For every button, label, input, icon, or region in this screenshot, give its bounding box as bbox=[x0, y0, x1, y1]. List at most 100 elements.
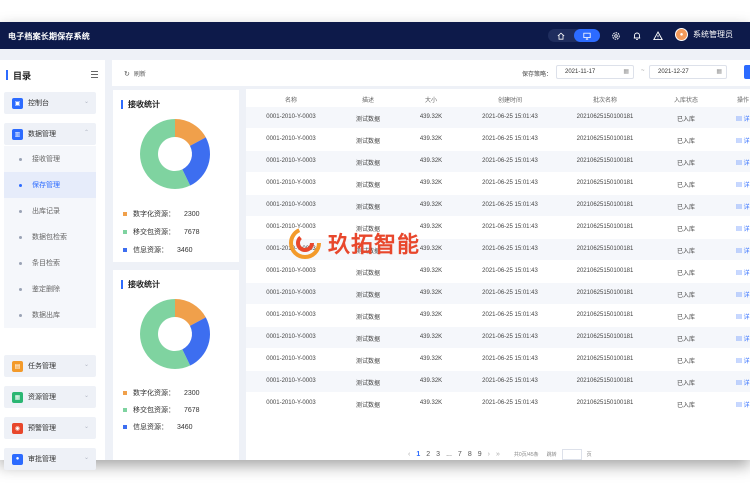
detail-link[interactable]: ▤ 详 bbox=[736, 290, 750, 299]
table-cell: 20210625150100181 bbox=[576, 400, 634, 406]
table-cell: 已入库 bbox=[676, 183, 696, 189]
chevron-down-icon: ⌄ bbox=[83, 99, 89, 105]
legend-swatch bbox=[123, 425, 127, 429]
table-cell: 439.32K bbox=[419, 378, 443, 384]
warning-icon[interactable] bbox=[652, 30, 664, 42]
detail-link-label: 详 bbox=[743, 139, 750, 145]
home-icon[interactable] bbox=[548, 29, 574, 42]
detail-link[interactable]: ▤ 详 bbox=[736, 268, 750, 277]
task-icon: ▤ bbox=[12, 360, 23, 372]
sidebar-subitem-label: 数据包检索 bbox=[32, 234, 67, 241]
page-button[interactable]: 2 bbox=[426, 451, 430, 458]
start-date-input[interactable]: 2021-11-17 ▦ bbox=[556, 65, 634, 79]
document-icon: ▤ bbox=[736, 381, 744, 387]
prev-page-button[interactable]: ‹ bbox=[408, 451, 410, 458]
legend-label: 数字化资源： bbox=[133, 390, 175, 397]
table-cell: 已入库 bbox=[676, 359, 696, 365]
sidebar-item-alert-management[interactable]: ◉ 预警管理 ⌄ bbox=[4, 417, 96, 439]
detail-link[interactable]: ▤ 详 bbox=[736, 202, 750, 211]
watermark-text: 玖拓智能 bbox=[328, 232, 421, 257]
last-page-button[interactable]: » bbox=[496, 451, 500, 458]
sidebar-item-data-management[interactable]: ▥ 数据管理 ⌃ bbox=[4, 123, 96, 145]
page-button[interactable]: 8 bbox=[468, 451, 472, 458]
table-cell: 2021-06-25 15:01:43 bbox=[482, 378, 538, 384]
table-cell: 0001-2010-Y-0003 bbox=[266, 180, 316, 186]
table-cell: 测试数据 bbox=[355, 205, 381, 211]
detail-link[interactable]: ▤ 详 bbox=[736, 158, 750, 167]
detail-link[interactable]: ▤ 详 bbox=[736, 114, 750, 123]
sidebar-item-resource-management[interactable]: ▦ 资源管理 ⌄ bbox=[4, 386, 96, 408]
detail-link[interactable]: ▤ 详 bbox=[736, 400, 750, 409]
document-icon: ▤ bbox=[736, 359, 744, 365]
detail-link[interactable]: ▤ 详 bbox=[736, 136, 750, 145]
detail-link[interactable]: ▤ 详 bbox=[736, 356, 750, 365]
detail-link[interactable]: ▤ 详 bbox=[736, 180, 750, 189]
table-cell: 已入库 bbox=[676, 249, 696, 255]
next-page-button[interactable]: › bbox=[488, 451, 490, 458]
page-button[interactable]: 9 bbox=[478, 451, 482, 458]
detail-link[interactable]: ▤ 详 bbox=[736, 334, 750, 343]
refresh-label: 刷新 bbox=[133, 72, 146, 78]
chevron-up-icon: ⌃ bbox=[83, 130, 89, 136]
table-cell: 2021-06-25 15:01:43 bbox=[482, 290, 538, 296]
goto-page-input[interactable] bbox=[561, 449, 582, 460]
sidebar-item-console[interactable]: ▣ 控制台 ⌄ bbox=[4, 92, 96, 114]
refresh-button[interactable]: ↻ 刷新 bbox=[124, 69, 146, 79]
sidebar-subitem-data-outbound[interactable]: 数据出库 bbox=[4, 302, 96, 328]
calendar-icon: ▦ bbox=[623, 69, 629, 75]
detail-link[interactable]: ▤ 详 bbox=[736, 224, 750, 233]
table-cell: 已入库 bbox=[676, 337, 696, 343]
table-cell: 已入库 bbox=[676, 381, 696, 387]
detail-link-label: 详 bbox=[743, 293, 750, 299]
sidebar-subitem-outbound-records[interactable]: 出库记录 bbox=[4, 198, 96, 224]
detail-link-label: 详 bbox=[743, 315, 750, 321]
legend-item: 信息资源： 3460 bbox=[123, 245, 193, 255]
sidebar-subitem-entry-search[interactable]: 条目检索 bbox=[4, 250, 96, 276]
sidebar: 目录 ▣ 控制台 ⌄ ▥ 数据管理 ⌃ 接收管理 保存管理 出库记录 数据包检索 bbox=[0, 60, 105, 470]
gear-icon[interactable] bbox=[610, 30, 622, 42]
detail-link[interactable]: ▤ 详 bbox=[736, 246, 750, 255]
table-cell: 测试数据 bbox=[355, 183, 381, 189]
sidebar-subitem-storage[interactable]: 保存管理 bbox=[4, 172, 96, 198]
table-cell: 439.32K bbox=[419, 356, 443, 362]
page-button[interactable]: 1 bbox=[416, 451, 420, 458]
table-cell: 2021-06-25 15:01:43 bbox=[482, 180, 538, 186]
sidebar-subitem-receive[interactable]: 接收管理 bbox=[4, 146, 96, 172]
table-cell: 20210625150100181 bbox=[576, 290, 634, 296]
menu-icon[interactable] bbox=[91, 71, 98, 78]
table-cell: 0001-2010-Y-0003 bbox=[266, 290, 316, 296]
legend-item: 移交包资源： 7678 bbox=[123, 405, 200, 415]
sidebar-item-task-management[interactable]: ▤ 任务管理 ⌄ bbox=[4, 355, 96, 377]
legend-label: 移交包资源： bbox=[133, 407, 175, 414]
bell-icon[interactable] bbox=[631, 30, 643, 42]
table-cell: 20210625150100181 bbox=[576, 114, 634, 120]
monitor-icon[interactable] bbox=[574, 29, 600, 42]
legend-swatch bbox=[123, 230, 127, 234]
document-icon: ▤ bbox=[736, 337, 744, 343]
detail-link[interactable]: ▤ 详 bbox=[736, 378, 750, 387]
page-button[interactable]: 7 bbox=[458, 451, 462, 458]
table-cell: 2021-06-25 15:01:43 bbox=[482, 136, 538, 142]
bullet-icon bbox=[19, 157, 22, 161]
end-date-input[interactable]: 2021-12-27 ▦ bbox=[649, 65, 727, 79]
sidebar-subitem-appraisal-delete[interactable]: 鉴定删除 bbox=[4, 276, 96, 302]
table-cell: 439.32K bbox=[419, 268, 443, 274]
detail-link[interactable]: ▤ 详 bbox=[736, 312, 750, 321]
detail-link-label: 详 bbox=[743, 183, 750, 189]
document-icon: ▤ bbox=[736, 205, 744, 211]
page-info: 共0页/45条 bbox=[513, 452, 539, 458]
document-icon: ▤ bbox=[736, 315, 744, 321]
sidebar-item-label: 预警管理 bbox=[28, 425, 56, 432]
sidebar-item-approval-management[interactable]: ● 审批管理 ⌄ bbox=[4, 448, 96, 470]
page-button[interactable]: 3 bbox=[436, 451, 440, 458]
table-cell: 0001-2010-Y-0003 bbox=[266, 400, 316, 406]
sidebar-item-label: 控制台 bbox=[28, 100, 49, 107]
sidebar-subitem-package-search[interactable]: 数据包检索 bbox=[4, 224, 96, 250]
search-button[interactable] bbox=[744, 65, 750, 79]
mode-toggle[interactable] bbox=[548, 29, 600, 42]
refresh-icon: ↻ bbox=[124, 70, 130, 78]
table-cell: 已入库 bbox=[676, 403, 696, 409]
column-header: 创建时间 bbox=[497, 98, 523, 104]
user-menu[interactable]: ● 系统管理员 bbox=[675, 28, 733, 41]
table-cell: 439.32K bbox=[419, 400, 443, 406]
